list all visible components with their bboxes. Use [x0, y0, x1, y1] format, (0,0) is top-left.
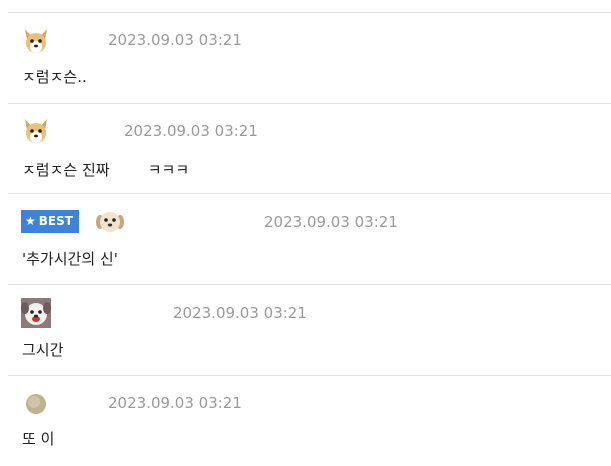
comment-text: 또 이 — [22, 430, 55, 448]
comment-text: 그시간 — [22, 341, 64, 359]
dog-avatar-icon[interactable] — [21, 27, 51, 57]
comment-text: '추가시간의 신' — [22, 250, 118, 268]
best-badge-label: BEST — [38, 214, 73, 228]
comment-item: 2023.09.03 03:21 ㅈ럼ㅈ슨.. — [8, 13, 611, 104]
comment-text: ㅈ럼ㅈ슨 진짜 ㅋㅋㅋ — [22, 161, 190, 179]
comment-date: 2023.09.03 03:21 — [108, 31, 242, 49]
comment-date: 2023.09.03 03:21 — [124, 122, 258, 140]
puppy-avatar-icon[interactable] — [95, 207, 125, 237]
comment-item: 2023.09.03 03:21 ㅈ럼ㅈ슨 진짜 ㅋㅋㅋ — [8, 103, 611, 194]
comment-date: 2023.09.03 03:21 — [108, 394, 242, 412]
round-dot-avatar-icon[interactable] — [22, 390, 52, 420]
dog-avatar-icon[interactable] — [21, 117, 51, 147]
comment-date: 2023.09.03 03:21 — [173, 304, 307, 322]
comment-date: 2023.09.03 03:21 — [264, 213, 398, 231]
bloody-dog-avatar-icon[interactable] — [21, 298, 51, 328]
comment-item: ★ BEST 2023.09.03 03:21 '추가시간의 신' — [8, 194, 611, 285]
comment-text: ㅈ럼ㅈ슨.. — [22, 68, 87, 86]
comment-item: 2023.09.03 03:21 그시간 — [8, 285, 611, 376]
best-badge: ★ BEST — [21, 210, 79, 233]
comment-item: 2023.09.03 03:21 또 이 — [8, 376, 611, 466]
star-icon: ★ — [25, 214, 36, 228]
